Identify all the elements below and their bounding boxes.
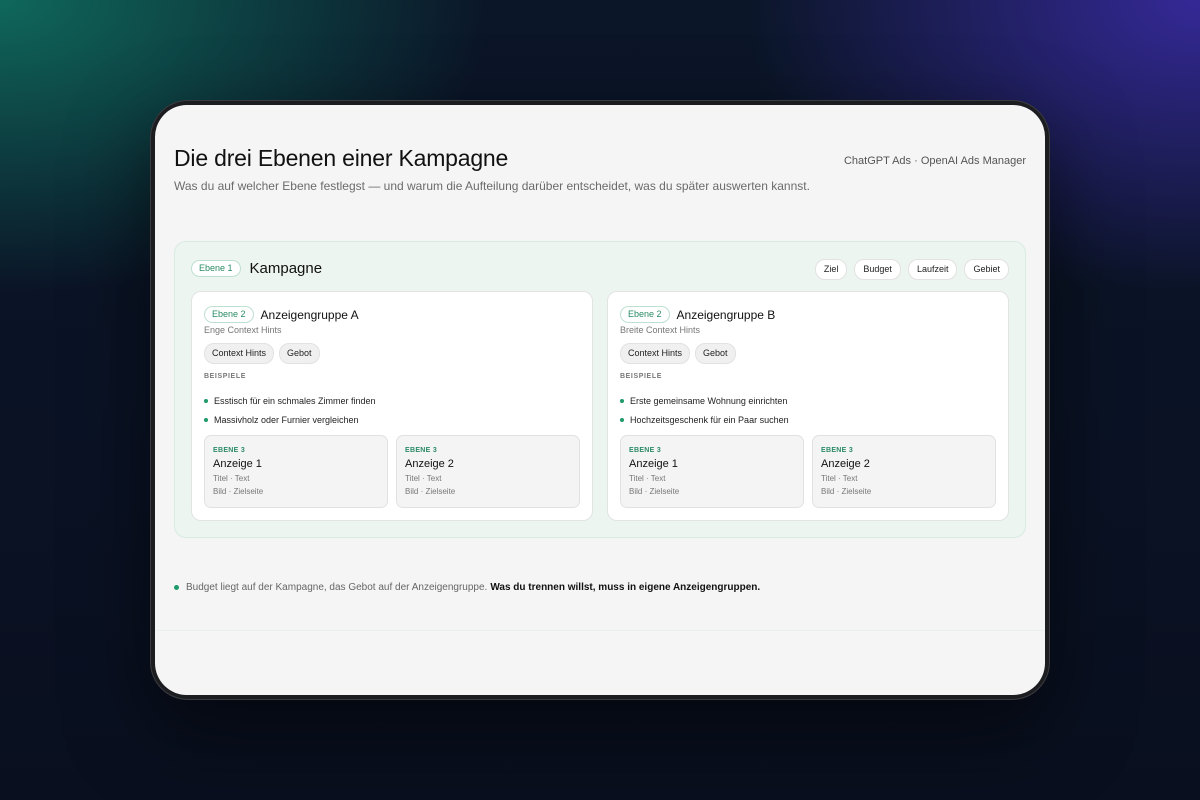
examples-list: Esstisch für ein schmales Zimmer finden … [204, 391, 376, 429]
ad-line: Bild · Zielseite [629, 487, 680, 496]
ad-card: EBENE 3 Anzeige 1 Titel · Text Bild · Zi… [620, 435, 804, 508]
group-title: Anzeigengruppe B [676, 307, 776, 322]
example-text: Esstisch für ein schmales Zimmer finden [214, 395, 376, 406]
brand-label: ChatGPT Ads · OpenAI Ads Manager [843, 155, 1026, 167]
tag-budget: Budget [854, 259, 901, 280]
bullet-dot-icon [620, 417, 624, 422]
bullet-dot-icon [204, 417, 208, 422]
campaign-panel: Ebene 1 Kampagne Ziel Budget Laufzeit Ge… [174, 241, 1026, 538]
level-badge: Ebene 2 [204, 306, 254, 323]
ad-card: EBENE 3 Anzeige 2 Titel · Text Bild · Zi… [812, 435, 996, 508]
example-text: Hochzeitsgeschenk für ein Paar suchen [630, 414, 789, 425]
ad-name: Anzeige 1 [629, 458, 678, 470]
ad-line: Bild · Zielseite [405, 487, 456, 496]
bullet-dot-icon [620, 398, 624, 403]
campaign-header: Ebene 1 Kampagne [191, 260, 322, 277]
bullet-dot-icon [204, 398, 208, 403]
ad-line: Titel · Text [821, 474, 858, 483]
ad-line: Bild · Zielseite [821, 487, 872, 496]
divider [155, 630, 1045, 631]
ad-name: Anzeige 2 [821, 458, 870, 470]
ad-line: Titel · Text [629, 474, 666, 483]
tag-gebiet: Gebiet [964, 259, 1009, 280]
group-header: Ebene 2 Anzeigengruppe A [204, 306, 359, 323]
tag-context-hints: Context Hints [204, 343, 275, 364]
ad-group-b: Ebene 2 Anzeigengruppe B Breite Context … [607, 291, 1009, 521]
tag-laufzeit: Laufzeit [907, 259, 958, 280]
level-badge: Ebene 2 [620, 306, 670, 323]
list-item: Esstisch für ein schmales Zimmer finden [204, 391, 376, 410]
campaign-title: Kampagne [249, 260, 323, 277]
group-header: Ebene 2 Anzeigengruppe B [620, 306, 775, 323]
ad-name: Anzeige 1 [213, 458, 262, 470]
tag-gebot: Gebot [279, 343, 320, 364]
ad-level: EBENE 3 [405, 447, 438, 454]
group-tags: Context Hints Gebot [204, 343, 320, 364]
list-item: Hochzeitsgeschenk für ein Paar suchen [620, 410, 789, 429]
ad-line: Titel · Text [405, 474, 442, 483]
group-title: Anzeigengruppe A [260, 307, 359, 322]
level-badge: Ebene 1 [191, 260, 241, 277]
examples-list: Erste gemeinsame Wohnung einrichten Hoch… [620, 391, 789, 429]
bullet-dot-icon [174, 585, 179, 590]
ad-name: Anzeige 2 [405, 458, 454, 470]
tag-context-hints: Context Hints [620, 343, 691, 364]
list-item: Massivholz oder Furnier vergleichen [204, 410, 376, 429]
ad-line: Bild · Zielseite [213, 487, 264, 496]
ad-card: EBENE 3 Anzeige 2 Titel · Text Bild · Zi… [396, 435, 580, 508]
ad-card: EBENE 3 Anzeige 1 Titel · Text Bild · Zi… [204, 435, 388, 508]
group-subtitle: Enge Context Hints [204, 325, 282, 335]
ad-line: Titel · Text [213, 474, 250, 483]
footer-note-strong: Was du trennen willst, muss in eigene An… [490, 582, 761, 593]
tag-ziel: Ziel [814, 259, 848, 280]
tablet-frame: Die drei Ebenen einer Kampagne ChatGPT A… [150, 100, 1050, 700]
group-subtitle: Breite Context Hints [620, 325, 701, 335]
ad-level: EBENE 3 [629, 447, 662, 454]
footer-note: Budget liegt auf der Kampagne, das Gebot… [174, 582, 760, 593]
ad-level: EBENE 3 [213, 447, 246, 454]
examples-label: BEISPIELE [620, 373, 662, 380]
examples-label: BEISPIELE [204, 373, 246, 380]
page-title: Die drei Ebenen einer Kampagne [174, 145, 509, 171]
footer-note-text: Budget liegt auf der Kampagne, das Gebot… [186, 582, 488, 593]
campaign-tags: Ziel Budget Laufzeit Gebiet [814, 259, 1009, 280]
screen: Die drei Ebenen einer Kampagne ChatGPT A… [155, 105, 1045, 695]
ads-row: EBENE 3 Anzeige 1 Titel · Text Bild · Zi… [204, 435, 580, 508]
ad-level: EBENE 3 [821, 447, 854, 454]
example-text: Massivholz oder Furnier vergleichen [214, 414, 359, 425]
ads-row: EBENE 3 Anzeige 1 Titel · Text Bild · Zi… [620, 435, 996, 508]
group-tags: Context Hints Gebot [620, 343, 736, 364]
ad-group-a: Ebene 2 Anzeigengruppe A Enge Context Hi… [191, 291, 593, 521]
list-item: Erste gemeinsame Wohnung einrichten [620, 391, 789, 410]
tag-gebot: Gebot [695, 343, 736, 364]
example-text: Erste gemeinsame Wohnung einrichten [630, 395, 788, 406]
page-subtitle: Was du auf welcher Ebene festlegst — und… [174, 179, 810, 193]
